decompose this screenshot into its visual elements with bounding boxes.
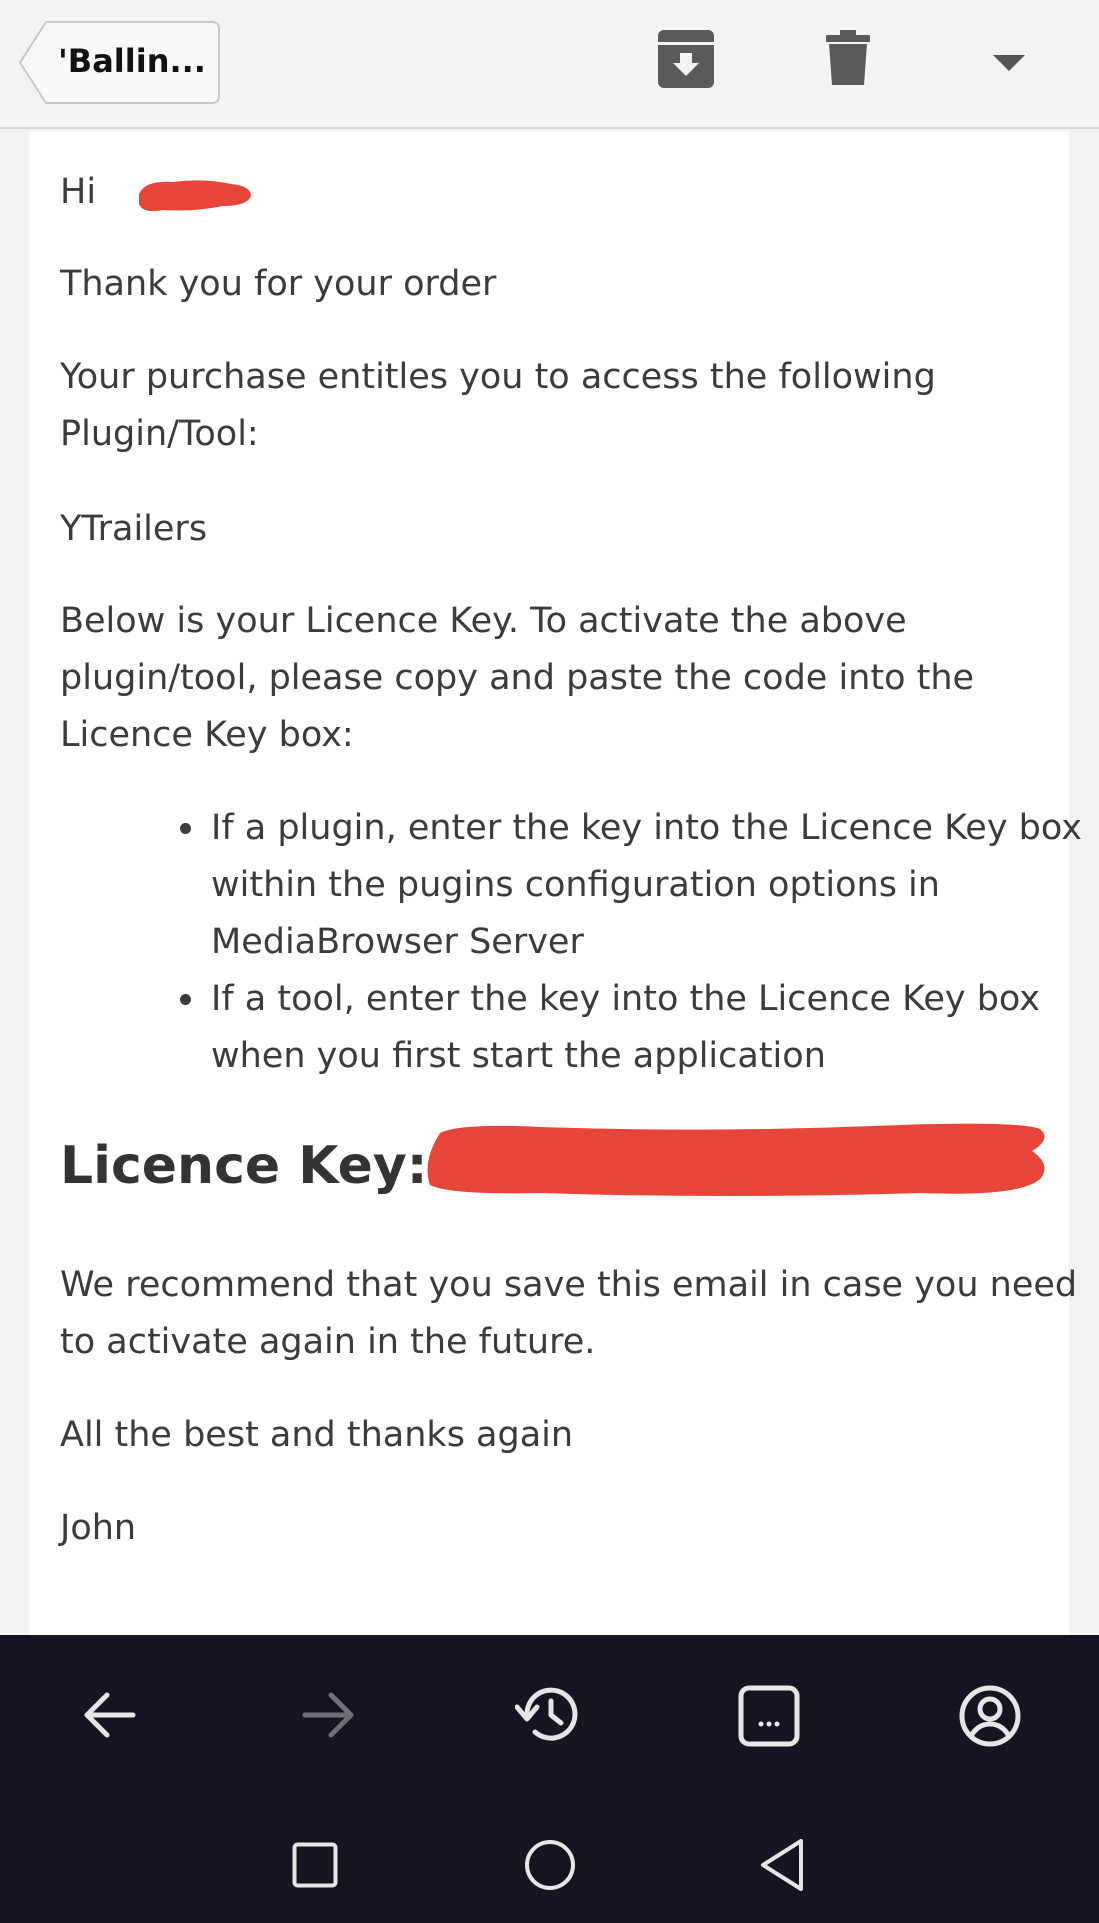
trash-icon[interactable] [824,30,872,91]
bullet1-line-1: If a plugin, enter the key into the Lice… [211,808,1082,848]
closing-line: All the best and thanks again [60,1415,574,1455]
redacted-licence-key [427,1123,1045,1196]
back-button[interactable]: 'Ballin... [18,20,220,104]
forward-arrow-icon[interactable] [301,1689,357,1746]
signature: John [60,1508,137,1548]
licence-key-heading: Licence Key: [60,1136,428,1196]
account-icon[interactable] [958,1684,1022,1753]
browser-toolbar [0,1635,1099,1795]
bullet1-line-2: within the pugins configuration options … [211,865,940,905]
below-line-2: plugin/tool, please copy and paste the c… [60,658,975,698]
history-icon[interactable] [514,1683,581,1750]
bullet2-line-2: when you first start the application [211,1036,826,1076]
entitles-line-1: Your purchase entitles you to access the… [60,357,936,397]
recommend-line-2: to activate again in the future. [60,1322,596,1362]
redacted-name [139,180,251,212]
below-line-1: Below is your Licence Key. To activate t… [60,601,907,641]
below-line-3: Licence Key box: [60,715,354,755]
back-button-label: 'Ballin... [58,42,206,80]
back-arrow-icon[interactable] [81,1689,137,1746]
bullet1-line-3: MediaBrowser Server [211,922,584,962]
dropdown-caret-icon[interactable] [993,55,1025,76]
bullet-dot [180,994,191,1005]
archive-icon[interactable] [656,28,716,95]
email-body: Hi Thank you for your order Your purchas… [29,131,1082,1635]
list-item: If a tool, enter the key into the Licenc… [180,971,1040,1028]
home-circle-icon[interactable] [524,1839,576,1896]
back-triangle-icon[interactable] [759,1838,805,1897]
entitles-line-2: Plugin/Tool: [60,414,259,454]
recommend-line-1: We recommend that you save this email in… [60,1265,1078,1305]
list-item: If a plugin, enter the key into the Lice… [180,800,1082,857]
thanks-line: Thank you for your order [60,264,497,304]
bullet2-line-1: If a tool, enter the key into the Licenc… [211,979,1040,1019]
product-name: YTrailers [60,509,208,549]
email-toolbar: 'Ballin... [0,0,1099,129]
greeting: Hi [60,172,97,212]
system-nav-bar [0,1795,1099,1923]
recents-square-icon[interactable] [292,1842,338,1893]
tabs-icon[interactable] [738,1685,800,1752]
bullet-dot [180,823,191,834]
